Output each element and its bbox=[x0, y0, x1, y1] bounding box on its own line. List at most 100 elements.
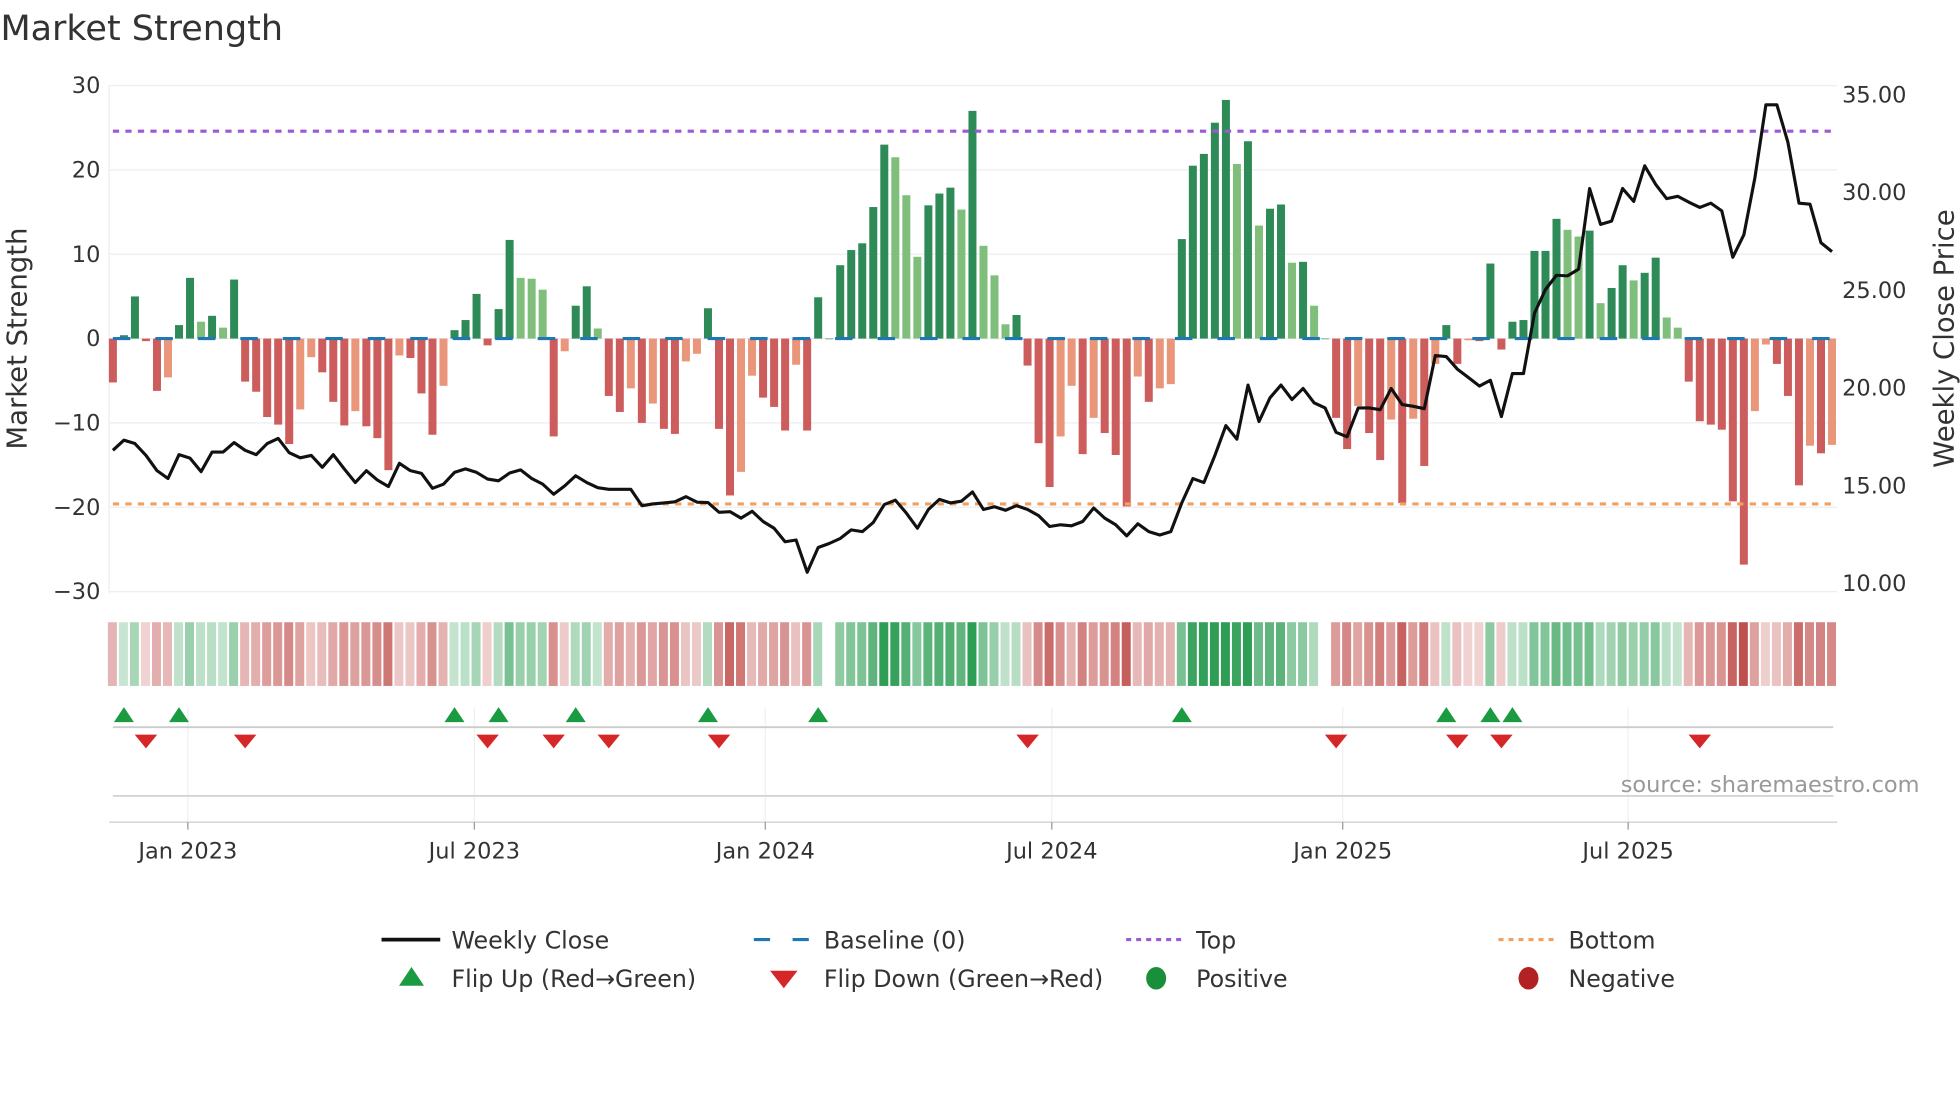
heat-cell bbox=[427, 622, 437, 686]
heat-cell bbox=[162, 622, 172, 686]
negative-bar bbox=[1684, 338, 1693, 382]
negative-bar bbox=[637, 338, 646, 423]
heat-cell bbox=[813, 622, 823, 686]
legend-label: Baseline (0) bbox=[824, 926, 966, 954]
positive-bar bbox=[1210, 122, 1219, 339]
flip-down-marker bbox=[597, 734, 621, 749]
strength-heat-strip bbox=[107, 622, 1837, 686]
y-axis-label: Market Strength bbox=[2, 228, 34, 450]
legend-label: Negative bbox=[1568, 965, 1674, 993]
positive-bar bbox=[1618, 265, 1627, 339]
heat-cell bbox=[1176, 622, 1186, 686]
heat-cell bbox=[1606, 622, 1616, 686]
heat-cell bbox=[1474, 622, 1484, 686]
flip-down-marker bbox=[1688, 734, 1712, 749]
x-tick-label: Jul 2025 bbox=[1580, 838, 1673, 864]
flip-up-marker bbox=[488, 707, 509, 723]
heat-cell bbox=[1617, 622, 1627, 686]
negative-bar bbox=[263, 338, 272, 418]
heat-cell bbox=[680, 622, 690, 686]
flip-up-marker bbox=[113, 707, 134, 723]
heat-cell bbox=[107, 622, 117, 686]
negative-bar bbox=[1166, 338, 1175, 385]
flip-up-marker bbox=[565, 707, 586, 723]
negative-bar bbox=[439, 338, 448, 386]
positive-bar bbox=[505, 239, 514, 339]
heat-cell bbox=[1496, 622, 1506, 686]
x-tick-label: Jul 2023 bbox=[427, 838, 520, 864]
negative-bar bbox=[714, 338, 723, 429]
heat-cell bbox=[1187, 622, 1197, 686]
positive-bar bbox=[1299, 261, 1308, 339]
circle-icon bbox=[1518, 967, 1539, 990]
positive-bar bbox=[703, 308, 712, 339]
heat-cell bbox=[1639, 622, 1649, 686]
heat-cell bbox=[1518, 622, 1528, 686]
positive-bar bbox=[979, 245, 988, 339]
heat-cell bbox=[625, 622, 635, 686]
heat-cell bbox=[791, 622, 801, 686]
positive-bar bbox=[968, 110, 977, 339]
negative-bar bbox=[152, 338, 161, 391]
positive-bar bbox=[847, 250, 856, 339]
heat-cell bbox=[879, 622, 889, 686]
negative-bar bbox=[781, 338, 790, 431]
heat-cell bbox=[1573, 622, 1583, 686]
heat-cell bbox=[196, 622, 206, 686]
legend-label: Flip Up (Red→Green) bbox=[451, 965, 696, 993]
heat-cell bbox=[967, 622, 977, 686]
negative-bar bbox=[549, 338, 558, 437]
heat-cell bbox=[978, 622, 988, 686]
x-tick-label: Jan 2025 bbox=[1291, 838, 1392, 864]
negative-bar bbox=[1728, 338, 1737, 502]
legend-item: Weekly Close bbox=[381, 926, 609, 954]
y2-tick-label: 25.00 bbox=[1842, 278, 1906, 304]
positive-bar bbox=[130, 296, 139, 339]
positive-bar bbox=[219, 327, 228, 339]
heat-cell bbox=[614, 622, 624, 686]
heat-cell bbox=[570, 622, 580, 686]
flip-up-marker bbox=[444, 707, 465, 723]
flip-down-marker bbox=[134, 734, 158, 749]
negative-bar bbox=[692, 338, 701, 354]
heat-cell bbox=[780, 622, 790, 686]
heat-cell bbox=[1683, 622, 1693, 686]
heat-cell bbox=[1276, 622, 1286, 686]
negative-bar bbox=[1772, 338, 1781, 364]
heat-cell bbox=[1628, 622, 1638, 686]
heat-cell bbox=[1011, 622, 1021, 686]
heat-cell bbox=[1143, 622, 1153, 686]
heat-cell bbox=[835, 622, 845, 686]
heat-cell bbox=[1298, 622, 1308, 686]
heat-cell bbox=[1242, 622, 1252, 686]
triangle-down-icon bbox=[770, 970, 798, 989]
negative-bar bbox=[428, 338, 437, 435]
heat-cell bbox=[361, 622, 371, 686]
y-tick-label: 20 bbox=[72, 157, 101, 183]
heat-cell bbox=[989, 622, 999, 686]
x-axis-ticks: Jan 2023 Jul 2023 Jan 2024 Jul 2024 Jan 2025… bbox=[109, 821, 1838, 864]
heat-cell bbox=[1716, 622, 1726, 686]
positive-bar bbox=[1585, 230, 1594, 339]
positive-bar bbox=[990, 275, 999, 339]
y-tick-label: 30 bbox=[72, 73, 101, 99]
negative-bar bbox=[1453, 338, 1462, 364]
heat-cell bbox=[306, 622, 316, 686]
flip-down-marker bbox=[1446, 734, 1469, 749]
heat-cell bbox=[1331, 622, 1341, 686]
negative-bar bbox=[1398, 338, 1407, 504]
legend-item: Bottom bbox=[1498, 926, 1655, 954]
heat-cell bbox=[1264, 622, 1274, 686]
heat-cell bbox=[846, 622, 856, 686]
heat-cell bbox=[912, 622, 922, 686]
heat-cell bbox=[273, 622, 283, 686]
flip-down-marker bbox=[233, 734, 257, 749]
heat-cell bbox=[559, 622, 569, 686]
negative-bar bbox=[373, 338, 382, 439]
negative-bar bbox=[670, 338, 679, 434]
positive-bar bbox=[1321, 338, 1330, 340]
positive-bar bbox=[1563, 229, 1572, 339]
heat-cell bbox=[174, 622, 184, 686]
heat-cell bbox=[317, 622, 327, 686]
heat-cell bbox=[350, 622, 360, 686]
